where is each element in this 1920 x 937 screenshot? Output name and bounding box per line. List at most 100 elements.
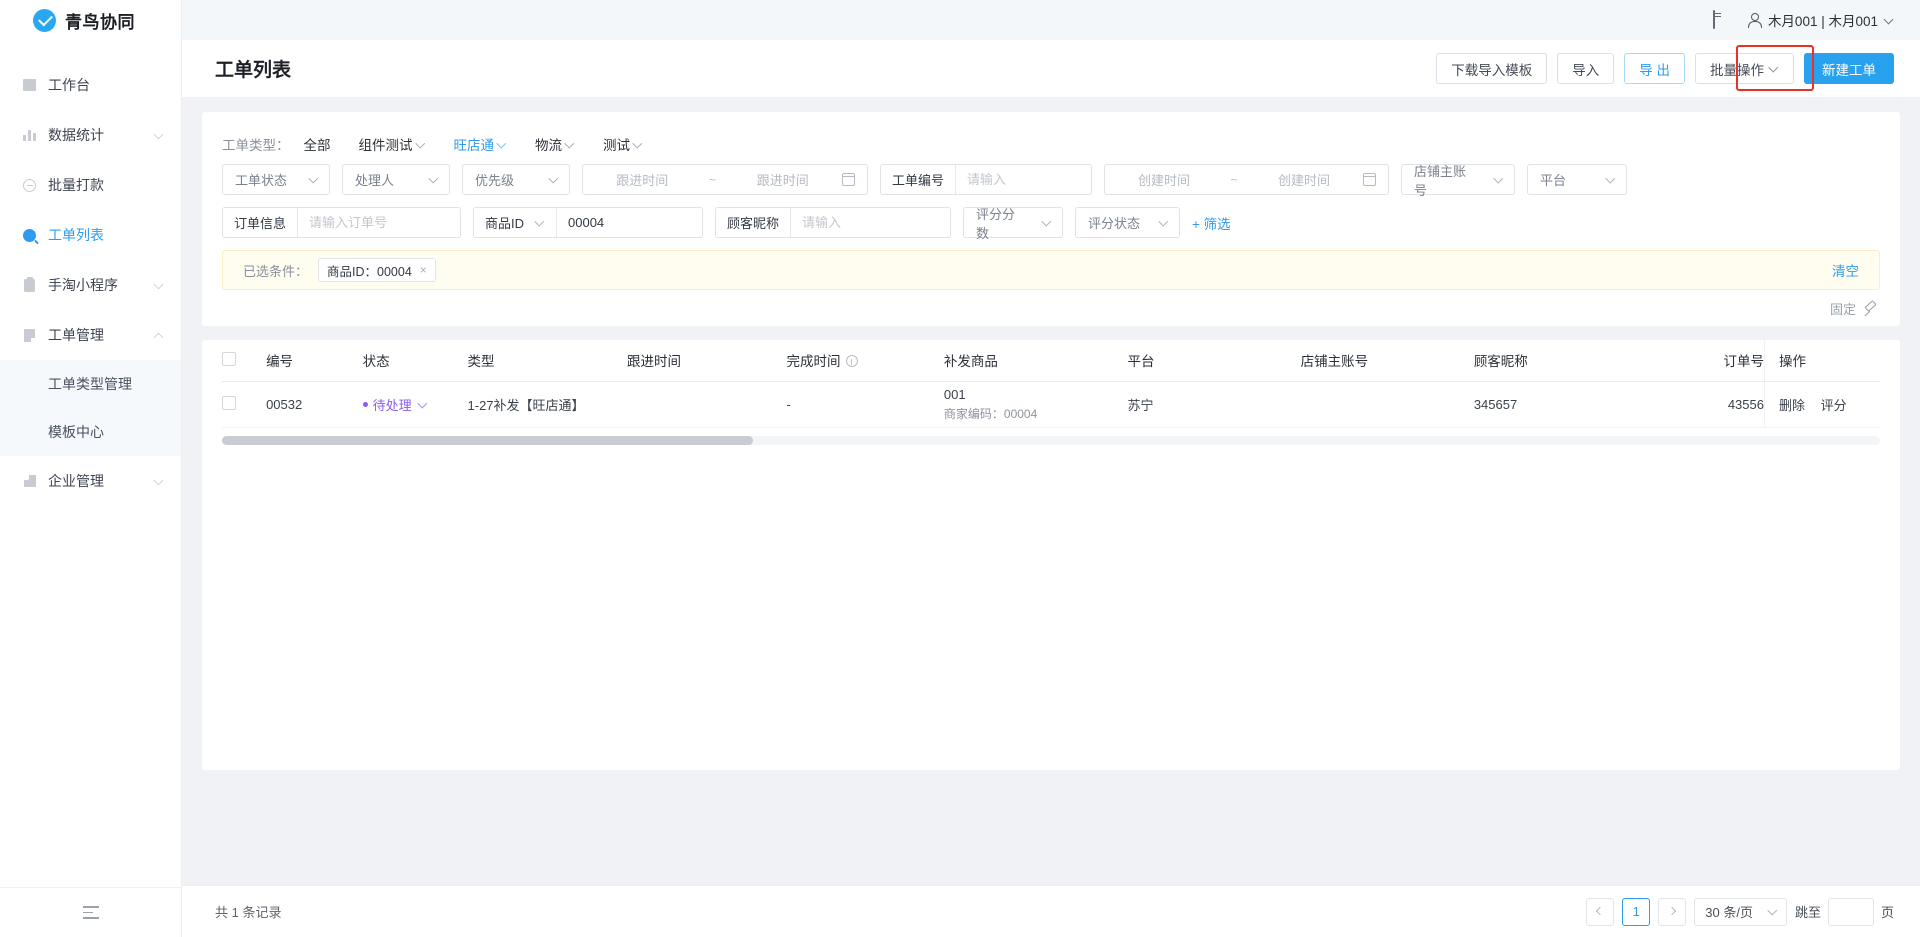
page-size-select[interactable]: 30 条/页 <box>1694 897 1787 926</box>
follow-time-range-picker[interactable]: 跟进时间 ~ 跟进时间 <box>582 164 868 195</box>
create-time-end: 创建时间 <box>1277 173 1330 188</box>
handler-select[interactable]: 处理人 <box>342 164 450 195</box>
scrollbar-thumb[interactable] <box>222 435 753 445</box>
type-tab-wangdiantong[interactable]: 旺店通 <box>454 134 508 154</box>
coin-icon <box>22 178 37 193</box>
clear-conditions-link[interactable]: 清空 <box>1832 260 1859 280</box>
pin-icon[interactable] <box>1863 302 1876 315</box>
goods-name: 001 <box>943 386 966 402</box>
table-horizontal-scrollbar[interactable] <box>222 435 1880 445</box>
sidebar-item-taobao-miniapp[interactable]: 手淘小程序 <box>0 260 181 310</box>
sidebar-item-ticket-management[interactable]: 工单管理 <box>0 310 181 360</box>
id-card-icon[interactable] <box>1712 10 1731 29</box>
platform-select[interactable]: 平台 <box>1527 164 1627 195</box>
score-status-value: 评分状态 <box>1088 216 1141 231</box>
ticket-status-select[interactable]: 工单状态 <box>222 164 330 195</box>
clipboard-icon <box>22 276 37 293</box>
workbench-icon <box>22 78 37 93</box>
chevron-down-icon <box>1043 218 1052 227</box>
selected-conditions-list: 已选条件： 商品ID：00004 × <box>243 258 436 282</box>
close-icon[interactable]: × <box>420 263 427 277</box>
chevron-down-icon <box>550 175 559 184</box>
brand-name: 青鸟协同 <box>65 12 135 32</box>
sidebar-item-ticket-type-management[interactable]: 工单类型管理 <box>0 360 181 408</box>
status-badge[interactable]: 待处理 <box>362 395 428 414</box>
order-info-input[interactable] <box>298 208 460 237</box>
prev-page-button[interactable] <box>1586 897 1615 926</box>
type-tab-label: 旺店通 <box>453 138 495 153</box>
user-menu[interactable]: 木月001 | 木月001 <box>1747 10 1894 30</box>
col-complete-time: 完成时间 <box>786 340 944 382</box>
priority-select[interactable]: 优先级 <box>462 164 570 195</box>
type-tab-all[interactable]: 全部 <box>304 134 331 154</box>
goods-code: 商家编码：00004 <box>943 406 1038 421</box>
goods-id-group: 商品ID <box>473 207 703 238</box>
table-row[interactable]: 00532 待处理 1-27补发【旺店通】 - 001 商家编码：00004 苏… <box>222 381 1880 428</box>
cell-actions: 删除 评分 <box>1763 381 1880 428</box>
type-tab-component-test[interactable]: 组件测试 <box>359 134 426 154</box>
range-separator: ~ <box>708 172 716 187</box>
import-button[interactable]: 导入 <box>1557 53 1615 84</box>
shop-account-select[interactable]: 店铺主账号 <box>1401 164 1515 198</box>
cell-shop-account <box>1300 381 1474 428</box>
jump-input[interactable] <box>1827 897 1874 926</box>
sidebar-item-label: 手淘小程序 <box>48 277 118 293</box>
next-page-button[interactable] <box>1658 897 1687 926</box>
sidebar-item-label: 工单管理 <box>48 327 104 343</box>
create-time-range-picker[interactable]: 创建时间 ~ 创建时间 <box>1104 164 1389 195</box>
chevron-down-icon <box>419 400 428 409</box>
page-size-value: 30 条/页 <box>1705 905 1753 920</box>
col-actions: 操作 <box>1763 340 1880 382</box>
priority-value: 优先级 <box>475 173 515 188</box>
chevron-down-icon <box>536 218 545 227</box>
sidebar-item-enterprise-management[interactable]: 企业管理 <box>0 456 181 506</box>
chevron-down-icon <box>154 476 164 486</box>
col-platform: 平台 <box>1127 340 1301 382</box>
sidebar-item-data-stats[interactable]: 数据统计 <box>0 110 181 160</box>
sidebar-item-ticket-list[interactable]: 工单列表 <box>0 210 181 260</box>
chevron-right-icon <box>1669 908 1676 915</box>
new-ticket-button[interactable]: 新建工单 <box>1804 53 1894 84</box>
chevron-down-icon <box>154 280 164 290</box>
goods-id-input[interactable] <box>557 208 702 237</box>
page-number-1[interactable]: 1 <box>1622 897 1651 926</box>
create-time-start: 创建时间 <box>1137 173 1190 188</box>
col-id: 编号 <box>266 340 363 382</box>
batch-operations-button[interactable]: 批量操作 <box>1695 53 1794 84</box>
filter-row-2: 订单信息 商品ID 顾客昵称 评 <box>222 207 1880 241</box>
more-filter-link[interactable]: + 筛选 <box>1192 213 1231 233</box>
ticket-table-card: 编号 状态 类型 跟进时间 完成时间 补发商品 平台 店铺主账号 顾客昵称 订单… <box>202 340 1900 770</box>
cell-id: 00532 <box>266 381 363 428</box>
handler-value: 处理人 <box>355 173 395 188</box>
type-tab-logistics[interactable]: 物流 <box>535 134 575 154</box>
sidebar-nav: 工作台 数据统计 批量打款 工单列表 手淘小程序 工单管理 工单类型管理 模板中… <box>0 60 181 506</box>
sidebar-item-template-center[interactable]: 模板中心 <box>0 408 181 456</box>
cell-nickname: 345657 <box>1473 381 1637 428</box>
select-all-checkbox[interactable] <box>222 351 236 366</box>
score-action[interactable]: 评分 <box>1821 398 1847 413</box>
cell-order-no: 43556 <box>1636 381 1765 428</box>
row-select-cell <box>222 381 267 428</box>
download-template-button[interactable]: 下载导入模板 <box>1436 53 1548 84</box>
info-icon[interactable] <box>845 355 858 368</box>
filter-panel: 工单类型： 全部 组件测试 旺店通 物流 测试 工单状态 处理人 优先级 跟进时… <box>202 112 1900 326</box>
chevron-down-icon <box>417 140 426 149</box>
row-checkbox[interactable] <box>222 395 236 410</box>
sidebar-item-workbench[interactable]: 工作台 <box>0 60 181 110</box>
nickname-input[interactable] <box>791 208 950 237</box>
fix-label[interactable]: 固定 <box>1830 299 1856 318</box>
score-value-select[interactable]: 评分分数 <box>963 207 1063 241</box>
cell-complete-time: - <box>786 381 944 428</box>
ticket-no-input[interactable] <box>956 165 1091 194</box>
score-status-select[interactable]: 评分状态 <box>1075 207 1180 238</box>
export-button[interactable]: 导 出 <box>1624 53 1685 84</box>
col-follow-time: 跟进时间 <box>627 340 787 382</box>
chevron-down-icon <box>1607 175 1616 184</box>
delete-action[interactable]: 删除 <box>1779 398 1805 413</box>
goods-id-select[interactable]: 商品ID <box>474 208 558 237</box>
search-icon <box>22 228 37 243</box>
sidebar-collapse-button[interactable] <box>0 887 182 937</box>
type-tab-test[interactable]: 测试 <box>603 134 643 154</box>
sidebar-item-batch-payment[interactable]: 批量打款 <box>0 160 181 210</box>
brand-logo[interactable]: 青鸟协同 <box>0 0 181 40</box>
